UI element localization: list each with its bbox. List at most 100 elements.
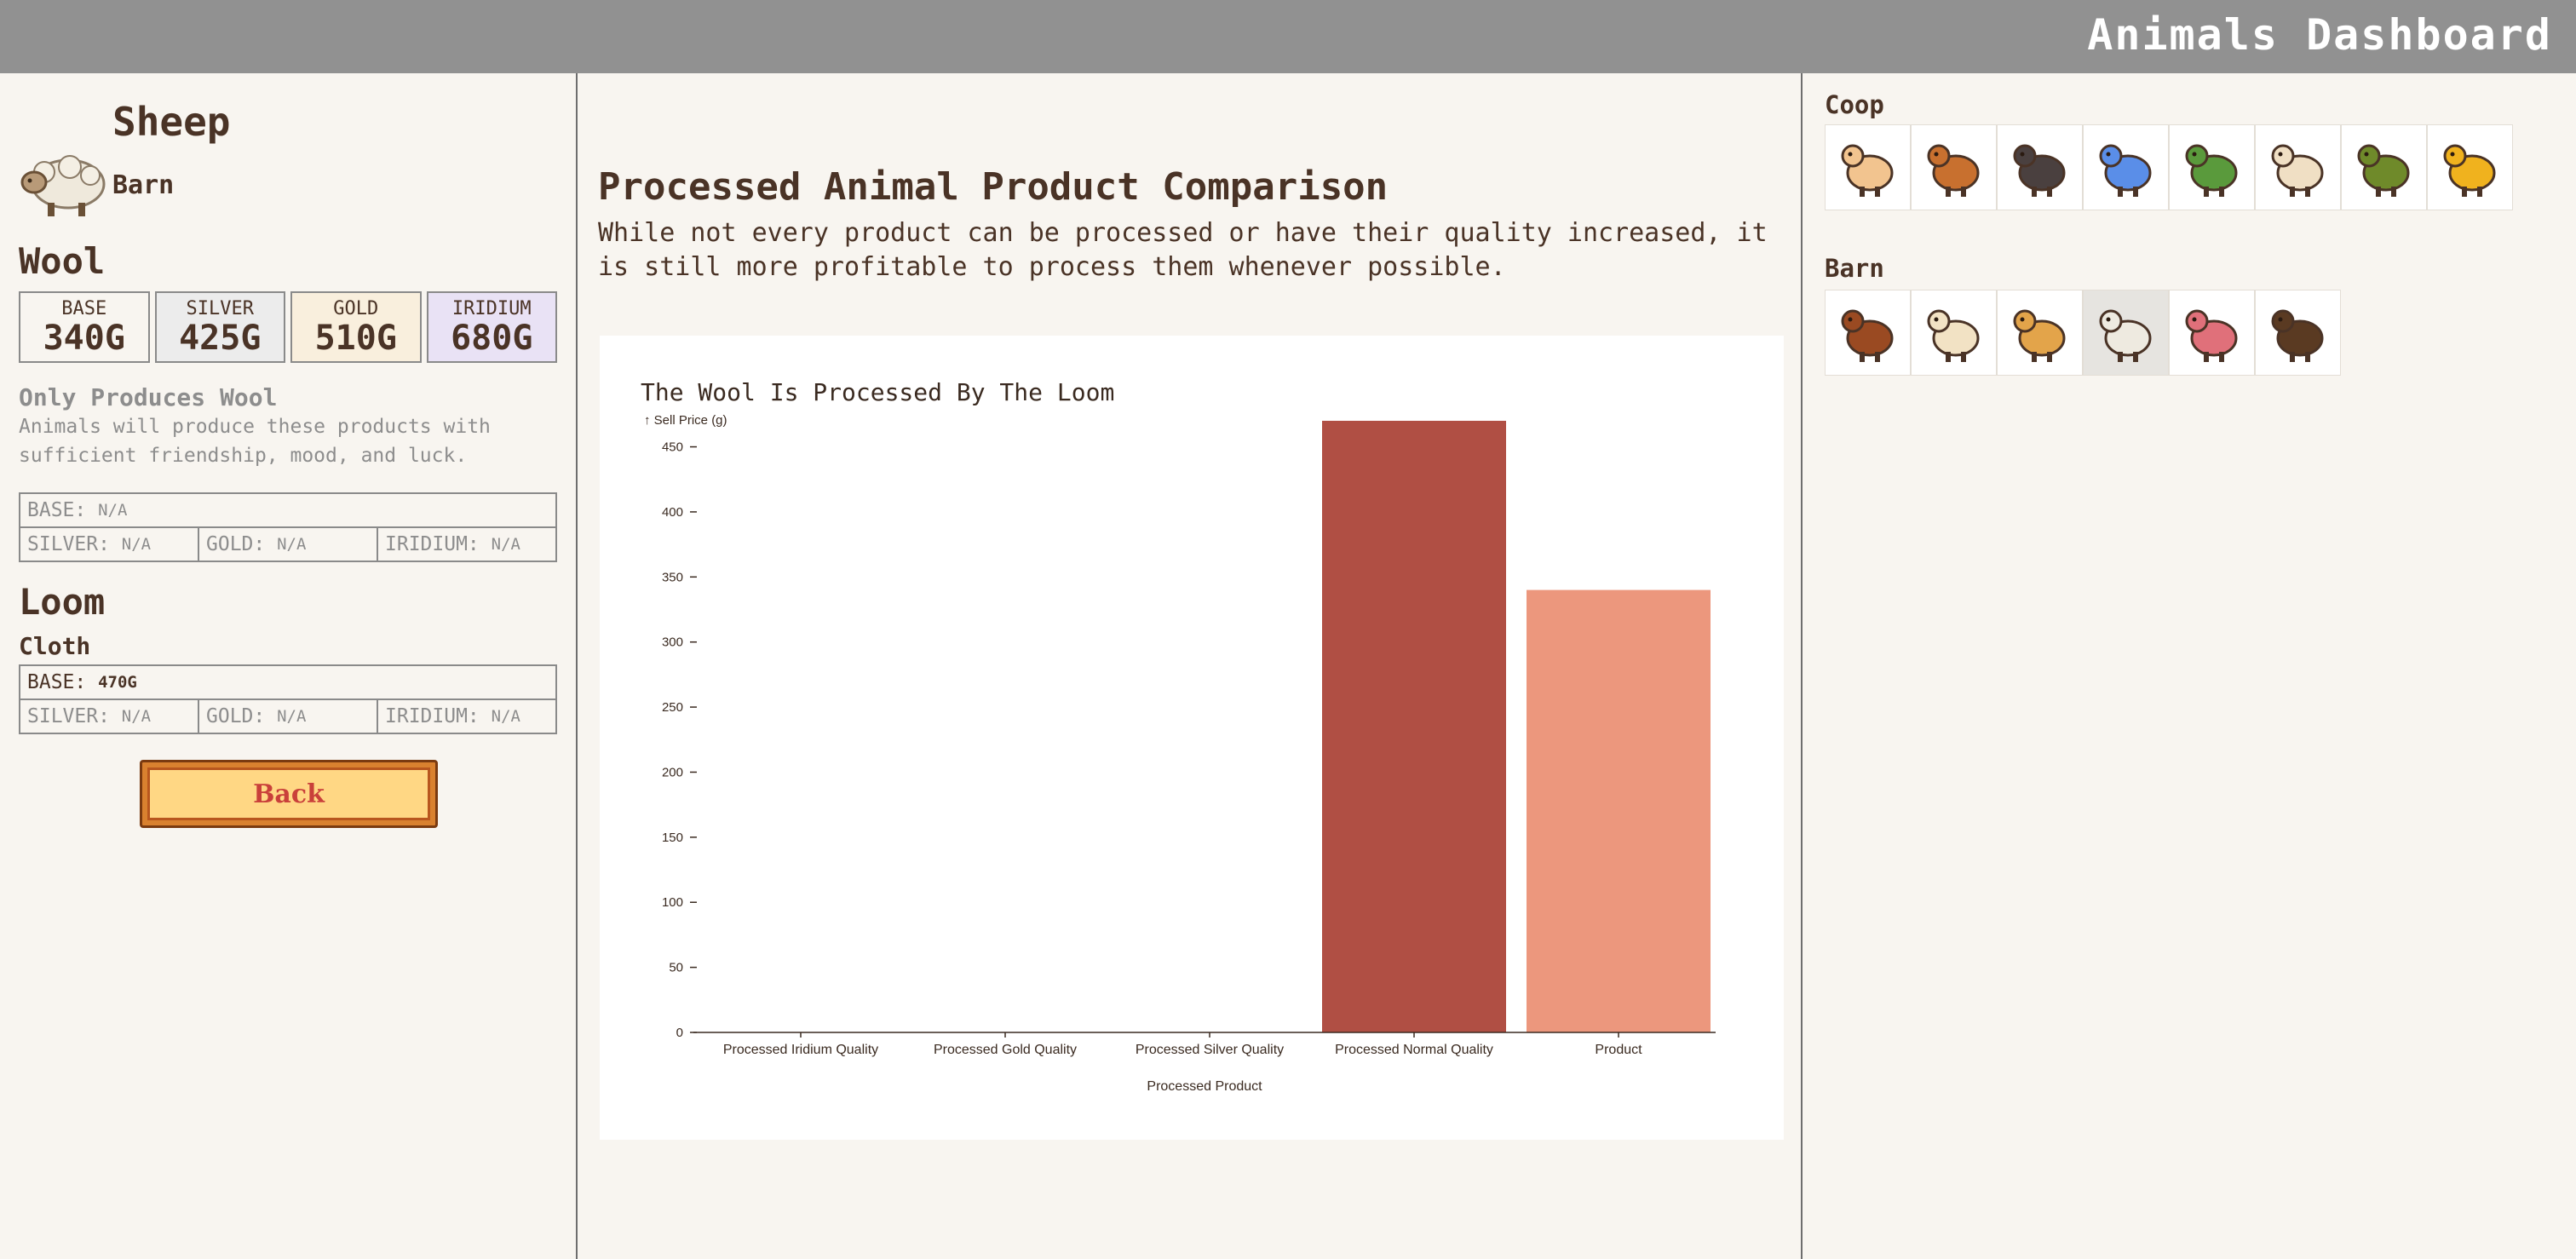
sheep-icon [2090, 296, 2162, 371]
price-value: N/A [277, 707, 307, 726]
quality-label: BASE [61, 297, 107, 319]
price-value: N/A [98, 501, 128, 520]
price-label: SILVER: [27, 705, 110, 727]
price-label: SILVER: [27, 533, 110, 555]
void-chicken-icon [2004, 130, 2076, 205]
animal-detail-panel: Sheep Barn Wool BASE 340G SILVER 425G GO… [0, 73, 578, 1259]
bar [1322, 421, 1506, 1032]
processed-product-name: Cloth [19, 632, 91, 660]
barn-label: Barn [1825, 254, 1884, 283]
x-axis: Processed Iridium Quality Processed Gold … [693, 1032, 1716, 1057]
x-tick-label: Processed Normal Quality [1335, 1043, 1493, 1057]
rabbit-icon [2263, 130, 2334, 205]
y-tick-label: 250 [662, 700, 683, 715]
gold-quality-box: GOLD 510G [290, 291, 422, 363]
price-value: N/A [491, 535, 520, 554]
base-price-row: BASE: N/A [20, 494, 555, 528]
sheep-icon [20, 155, 106, 216]
y-tick-label: 300 [662, 635, 683, 650]
animal-tile-pig[interactable] [2169, 290, 2255, 376]
y-axis-label: ↑ Sell Price (g) [644, 413, 727, 428]
silver-price-cell: SILVER: N/A [20, 700, 199, 733]
product-title: Wool [19, 240, 106, 282]
animal-tile-blue-chicken[interactable] [2083, 124, 2169, 210]
silver-quality-box: SILVER 425G [154, 291, 285, 363]
animal-tile-white-chicken[interactable] [1825, 124, 1911, 210]
price-value: N/A [491, 707, 520, 726]
brown-chicken-icon [1918, 130, 1990, 205]
animal-selector-panel: Coop Barn [1804, 73, 2576, 1259]
comparison-panel: Processed Animal Product Comparison Whil… [579, 73, 1803, 1259]
price-label: IRIDIUM: [385, 705, 480, 727]
y-tick-label: 150 [662, 831, 683, 845]
iridium-quality-box: IRIDIUM 680G [426, 291, 557, 363]
coop-label: Coop [1825, 90, 1884, 119]
y-tick-label: 0 [676, 1026, 683, 1040]
ostrich-icon [2263, 296, 2334, 371]
animal-tile-rabbit[interactable] [2255, 124, 2341, 210]
gold-price-cell: GOLD: N/A [199, 528, 378, 561]
price-label: IRIDIUM: [385, 533, 480, 555]
animal-tile-void-chicken[interactable] [1997, 124, 2083, 210]
dinosaur-icon [2349, 130, 2420, 205]
y-tick-label: 350 [662, 570, 683, 584]
comparison-description: While not every product can be processed… [598, 218, 1768, 282]
price-value: N/A [121, 707, 152, 726]
animal-tile-ostrich[interactable] [2255, 290, 2341, 376]
animal-tile-dinosaur[interactable] [2341, 124, 2427, 210]
top-bar: Animals Dashboard [0, 0, 2576, 73]
animal-tile-golden-chicken[interactable] [2427, 124, 2513, 210]
price-value: 470G [98, 673, 137, 692]
animal-tile-brown-cow[interactable] [1825, 290, 1911, 376]
coop-animal-row [1825, 124, 2513, 210]
pig-icon [2176, 296, 2248, 371]
produce-note-title: Only Produces Wool [19, 383, 278, 411]
animal-tile-duck[interactable] [2169, 124, 2255, 210]
quality-label: IRIDIUM [451, 297, 532, 319]
y-tick-label: 200 [662, 765, 683, 779]
price-label: BASE: [27, 671, 87, 693]
animal-tile-white-cow[interactable] [1911, 290, 1997, 376]
x-axis-label: Processed Product [1147, 1079, 1262, 1094]
quality-price-row: BASE 340G SILVER 425G GOLD 510G IRIDIUM … [19, 291, 557, 363]
price-value: N/A [277, 535, 307, 554]
iridium-price-cell: IRIDIUM: N/A [378, 700, 555, 733]
animal-name: Sheep [112, 99, 231, 145]
y-tick-label: 450 [662, 440, 683, 455]
brown-cow-icon [1832, 296, 1904, 371]
quality-value: 510G [314, 318, 397, 358]
gold-price-cell: GOLD: N/A [199, 700, 378, 733]
bar [1527, 589, 1711, 1032]
animal-building: Barn [112, 170, 175, 200]
quality-label: GOLD [333, 297, 379, 319]
x-tick-label: Product [1595, 1043, 1642, 1057]
x-tick-label: Processed Iridium Quality [723, 1043, 878, 1057]
y-tick-label: 100 [662, 895, 683, 910]
comparison-title: Processed Animal Product Comparison [598, 165, 1389, 209]
animal-tile-brown-chicken[interactable] [1911, 124, 1997, 210]
iridium-price-cell: IRIDIUM: N/A [378, 528, 555, 561]
x-tick-label: Processed Silver Quality [1136, 1043, 1284, 1057]
deluxe-price-table: BASE: N/A SILVER: N/A GOLD: N/A IRIDIUM:… [19, 492, 557, 562]
bars [1322, 421, 1711, 1032]
quality-value: 680G [451, 318, 533, 358]
quality-value: 425G [179, 318, 262, 358]
machine-title: Loom [19, 581, 106, 623]
duck-icon [2176, 130, 2248, 205]
animal-tile-sheep[interactable] [2083, 290, 2169, 376]
blue-chicken-icon [2090, 130, 2162, 205]
goat-icon [2004, 296, 2076, 371]
price-label: GOLD: [206, 533, 266, 555]
white-cow-icon [1918, 296, 1990, 371]
golden-chicken-icon [2435, 130, 2506, 205]
y-axis: 0 50 100 150 200 250 300 350 400 450 [662, 440, 697, 1040]
price-label: BASE: [27, 499, 87, 521]
chart-title: The Wool Is Processed By The Loom [641, 378, 1114, 406]
silver-price-cell: SILVER: N/A [20, 528, 199, 561]
y-tick-label: 50 [669, 961, 683, 975]
quality-label: SILVER [186, 297, 254, 319]
bar-chart: The Wool Is Processed By The Loom ↑ Sell… [641, 378, 1716, 1094]
animal-tile-goat[interactable] [1997, 290, 2083, 376]
chart-card: The Wool Is Processed By The Loom ↑ Sell… [600, 336, 1784, 1140]
back-button[interactable]: Back [140, 760, 438, 828]
